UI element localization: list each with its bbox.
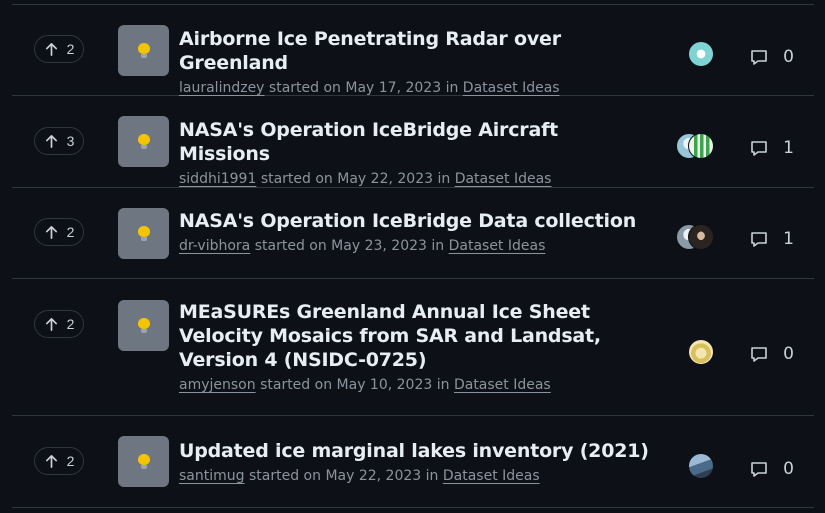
- avatar[interactable]: [688, 224, 714, 250]
- arrow-up-icon: [45, 317, 57, 331]
- started-text: started on: [260, 377, 333, 393]
- participants: [674, 41, 714, 67]
- discussion-meta: siddhi1991 started on May 22, 2023 in Da…: [179, 169, 649, 189]
- vote-count: 2: [66, 41, 75, 57]
- discussion-meta: dr-vibhora started on May 23, 2023 in Da…: [179, 236, 649, 256]
- participants: [674, 224, 714, 250]
- category-icon[interactable]: [118, 436, 169, 487]
- comment-count: 1: [783, 138, 794, 158]
- upvote-button[interactable]: 2: [34, 447, 84, 475]
- discussion-title[interactable]: Updated ice marginal lakes inventory (20…: [179, 439, 649, 463]
- discussion-title[interactable]: Airborne Ice Penetrating Radar over Gree…: [179, 27, 649, 75]
- category-link[interactable]: Dataset Ideas: [455, 171, 552, 187]
- category-icon[interactable]: [118, 208, 169, 259]
- author-link[interactable]: lauralindzey: [179, 80, 264, 96]
- comment-count: 0: [783, 459, 794, 479]
- arrow-up-icon: [45, 42, 57, 56]
- in-text: in: [431, 238, 445, 254]
- avatar[interactable]: [688, 41, 714, 67]
- light-bulb-icon: [137, 453, 150, 470]
- comment-count-button[interactable]: 1: [749, 138, 794, 158]
- arrow-up-icon: [45, 134, 57, 148]
- comment-count-button[interactable]: 1: [749, 229, 794, 249]
- author-link[interactable]: amyjenson: [179, 377, 256, 393]
- arrow-up-icon: [45, 225, 57, 239]
- light-bulb-icon: [137, 133, 150, 150]
- light-bulb-icon: [137, 42, 150, 59]
- in-text: in: [425, 468, 439, 484]
- discussion-title[interactable]: NASA's Operation IceBridge Aircraft Miss…: [179, 118, 649, 166]
- started-date: May 22, 2023: [337, 171, 434, 187]
- author-link[interactable]: santimug: [179, 468, 245, 484]
- discussion-row: 2 Airborne Ice Penetrating Radar over Gr…: [12, 5, 814, 96]
- in-text: in: [445, 80, 459, 96]
- upvote-button[interactable]: 3: [34, 127, 84, 155]
- started-date: May 10, 2023: [336, 377, 433, 393]
- light-bulb-icon: [137, 317, 150, 334]
- comment-count: 1: [783, 229, 794, 249]
- comment-icon: [751, 347, 767, 362]
- started-date: May 17, 2023: [345, 80, 442, 96]
- comment-count-button[interactable]: 0: [749, 47, 794, 67]
- author-link[interactable]: siddhi1991: [179, 171, 256, 187]
- comment-count: 0: [783, 47, 794, 67]
- comment-count-button[interactable]: 0: [749, 344, 794, 364]
- started-text: started on: [254, 238, 327, 254]
- comment-icon: [751, 232, 767, 247]
- avatar[interactable]: [688, 339, 714, 365]
- discussion-row: 2 NASA's Operation IceBridge Data collec…: [12, 188, 814, 279]
- category-icon[interactable]: [118, 25, 169, 76]
- category-link[interactable]: Dataset Ideas: [463, 80, 560, 96]
- comment-icon: [751, 50, 767, 65]
- vote-count: 2: [66, 316, 75, 332]
- started-date: May 22, 2023: [325, 468, 422, 484]
- vote-count: 3: [66, 133, 75, 149]
- vote-count: 2: [66, 224, 75, 240]
- discussion-title[interactable]: MEaSUREs Greenland Annual Ice Sheet Velo…: [179, 300, 649, 372]
- vote-count: 2: [66, 453, 75, 469]
- upvote-button[interactable]: 2: [34, 310, 84, 338]
- category-link[interactable]: Dataset Ideas: [449, 238, 546, 254]
- category-link[interactable]: Dataset Ideas: [443, 468, 540, 484]
- started-date: May 23, 2023: [331, 238, 427, 254]
- avatar[interactable]: [688, 133, 714, 159]
- discussion-row: 3 NASA's Operation IceBridge Aircraft Mi…: [12, 96, 814, 188]
- discussion-list: 2 Airborne Ice Penetrating Radar over Gr…: [12, 0, 814, 508]
- comment-count-button[interactable]: 0: [749, 459, 794, 479]
- comment-icon: [751, 462, 767, 477]
- upvote-button[interactable]: 2: [34, 35, 84, 63]
- discussion-meta: santimug started on May 22, 2023 in Data…: [179, 466, 649, 486]
- light-bulb-icon: [137, 225, 150, 242]
- comment-icon: [751, 141, 767, 156]
- in-text: in: [436, 377, 450, 393]
- category-icon[interactable]: [118, 300, 169, 351]
- started-text: started on: [268, 80, 341, 96]
- avatar[interactable]: [688, 453, 714, 479]
- category-link[interactable]: Dataset Ideas: [454, 377, 551, 393]
- participants: [674, 339, 714, 365]
- category-icon[interactable]: [118, 116, 169, 167]
- discussion-meta: lauralindzey started on May 17, 2023 in …: [179, 78, 649, 98]
- comment-count: 0: [783, 344, 794, 364]
- upvote-button[interactable]: 2: [34, 218, 84, 246]
- started-text: started on: [260, 171, 333, 187]
- discussion-row: 2 MEaSUREs Greenland Annual Ice Sheet Ve…: [12, 279, 814, 416]
- participants: [674, 453, 714, 479]
- author-link[interactable]: dr-vibhora: [179, 238, 250, 254]
- discussion-meta: amyjenson started on May 10, 2023 in Dat…: [179, 375, 649, 395]
- in-text: in: [437, 171, 451, 187]
- participants: [674, 133, 714, 159]
- discussion-row: 2 Updated ice marginal lakes inventory (…: [12, 416, 814, 508]
- started-text: started on: [248, 468, 321, 484]
- arrow-up-icon: [45, 454, 57, 468]
- discussion-title[interactable]: NASA's Operation IceBridge Data collecti…: [179, 209, 649, 233]
